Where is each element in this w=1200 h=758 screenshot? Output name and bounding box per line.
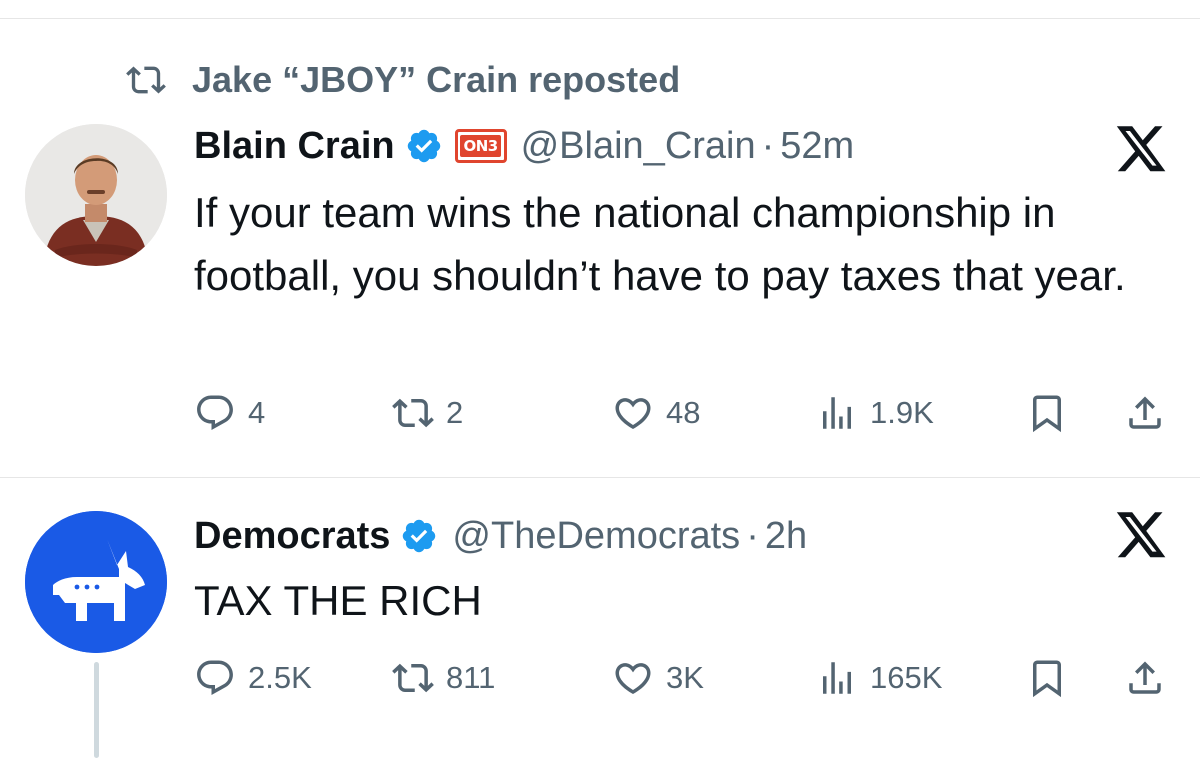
heart-icon — [615, 663, 651, 695]
bookmark-button[interactable] — [1026, 388, 1068, 438]
repost-button[interactable]: 2 — [392, 388, 463, 438]
x-logo-icon — [1116, 126, 1166, 172]
share-button[interactable] — [1124, 388, 1166, 438]
tweet-text: If your team wins the national champions… — [194, 189, 1126, 299]
tweet-divider — [0, 477, 1200, 478]
separator-dot: · — [746, 514, 759, 557]
avatar-democrats[interactable] — [25, 511, 167, 653]
reply-button[interactable]: 2.5K — [194, 653, 312, 703]
affiliate-badge-on3[interactable]: ON3 — [454, 129, 507, 163]
repost-context[interactable]: Jake “JBOY” Crain reposted — [118, 56, 680, 104]
tweet-actions: 4 2 48 1.9K — [194, 388, 1174, 438]
analytics-icon — [823, 662, 851, 694]
tweet-header: Blain Crain ON3 @Blain_Crain · 52m — [194, 122, 854, 170]
views-button[interactable]: 1.9K — [816, 388, 934, 438]
repost-icon — [392, 663, 434, 693]
donkey-logo-icon — [25, 511, 167, 653]
author-name[interactable]: Democrats — [194, 515, 390, 558]
top-divider — [0, 18, 1200, 19]
repost-icon — [392, 398, 434, 428]
heart-icon — [615, 398, 651, 430]
thread-connector-line — [94, 662, 99, 758]
like-button[interactable]: 3K — [612, 653, 704, 703]
timestamp[interactable]: 2h — [765, 515, 807, 558]
profile-photo — [25, 124, 167, 266]
author-handle[interactable]: @TheDemocrats — [452, 515, 740, 558]
share-button[interactable] — [1124, 653, 1166, 703]
repost-icon — [126, 66, 166, 94]
tweet-actions: 2.5K 811 3K 165K — [194, 653, 1174, 703]
timestamp[interactable]: 52m — [780, 125, 854, 168]
avatar-blain-crain[interactable] — [25, 124, 167, 266]
reply-icon — [197, 395, 233, 430]
tweet-header: Democrats @TheDemocrats · 2h — [194, 512, 807, 560]
analytics-icon — [823, 397, 851, 429]
author-name[interactable]: Blain Crain — [194, 125, 395, 168]
reply-button[interactable]: 4 — [194, 388, 265, 438]
tweet-text: TAX THE RICH — [194, 577, 482, 624]
author-handle[interactable]: @Blain_Crain — [521, 125, 756, 168]
verified-badge-icon[interactable] — [405, 127, 443, 165]
repost-count: 2 — [446, 395, 464, 430]
bookmark-icon — [1033, 660, 1061, 698]
separator-dot: · — [761, 124, 775, 167]
affiliate-badge-label: ON3 — [460, 135, 501, 157]
like-button[interactable]: 48 — [612, 388, 700, 438]
repost-count: 811 — [446, 660, 496, 695]
views-button[interactable]: 165K — [816, 653, 942, 703]
bookmark-button[interactable] — [1026, 653, 1068, 703]
reply-count: 4 — [248, 395, 266, 430]
like-count: 3K — [666, 660, 704, 695]
views-count: 165K — [870, 660, 943, 695]
verified-badge-icon[interactable] — [400, 517, 438, 555]
bookmark-icon — [1033, 395, 1061, 433]
like-count: 48 — [666, 395, 701, 430]
share-icon — [1129, 661, 1161, 694]
repost-label: Jake “JBOY” Crain reposted — [192, 59, 681, 100]
repost-button[interactable]: 811 — [392, 653, 495, 703]
x-logo-icon — [1116, 512, 1166, 558]
views-count: 1.9K — [870, 395, 934, 430]
share-icon — [1129, 396, 1161, 429]
reply-icon — [197, 660, 233, 695]
reply-count: 2.5K — [248, 660, 312, 695]
